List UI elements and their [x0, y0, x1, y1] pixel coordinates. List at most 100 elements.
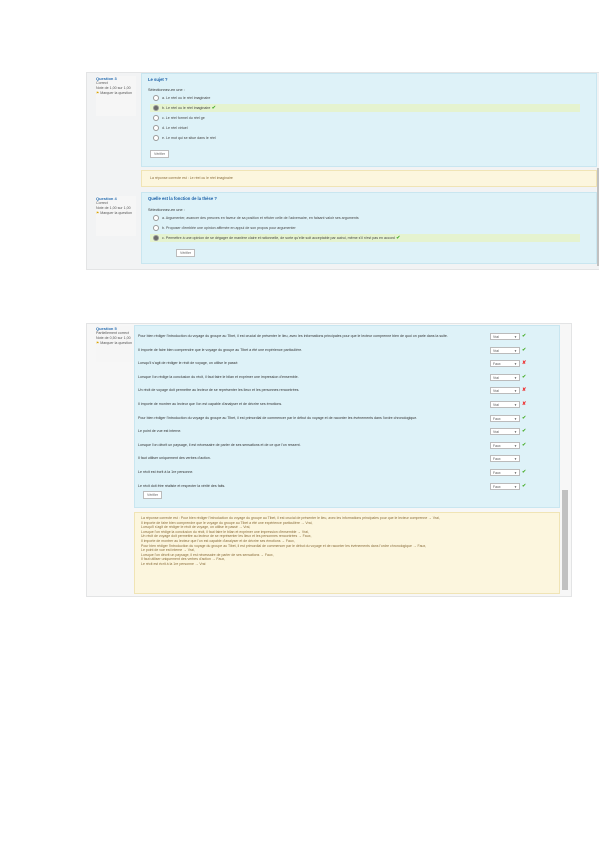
table-row: Lorsque l'on rédige la conclusion du réc…: [138, 372, 558, 383]
answer-select[interactable]: Vrai ▼: [490, 333, 520, 340]
chevron-down-icon: ▼: [514, 403, 517, 407]
answer-select[interactable]: Faux ▼: [490, 482, 520, 490]
check-icon: ✔: [522, 482, 527, 489]
statement-text: Le récit doit être réaliste et respecter…: [138, 483, 226, 488]
select-value: Faux: [493, 416, 501, 421]
check-icon: ✔: [522, 414, 527, 421]
radio-button[interactable]: [153, 105, 159, 112]
select-value: Faux: [493, 457, 501, 462]
option-label: a. Argumenter, avancer des preuves en fa…: [162, 216, 359, 220]
answer-select[interactable]: Faux ▼: [490, 441, 520, 449]
statement-text: Lorsque l'on rédige la conclusion du réc…: [138, 374, 299, 379]
chevron-down-icon: ▼: [514, 416, 517, 421]
radio-button[interactable]: [153, 215, 159, 222]
check-icon: ✔: [522, 373, 527, 380]
chevron-down-icon: ▼: [514, 362, 517, 367]
check-icon: ✔: [522, 333, 527, 339]
chevron-down-icon: ▼: [514, 348, 517, 353]
statement-text: Lorsqu'il s'agit de rédiger le récit de …: [138, 361, 239, 366]
answer-select[interactable]: Faux ▼: [490, 469, 520, 476]
check-button[interactable]: Vérifier: [150, 150, 170, 158]
radio-button[interactable]: [153, 135, 159, 142]
chevron-down-icon: ▼: [514, 389, 517, 394]
radio-button[interactable]: [153, 125, 159, 132]
answer-option[interactable]: a. Argumenter, avancer des preuves en fa…: [150, 214, 580, 222]
check-icon: ✔: [522, 441, 527, 448]
chevron-down-icon: ▼: [514, 443, 517, 448]
select-value: Vrai: [493, 375, 499, 380]
check-button[interactable]: Vérifier: [143, 491, 163, 499]
answer-select[interactable]: Faux ▼: [490, 455, 520, 463]
flag-question[interactable]: ⚑ Marquer la question: [96, 211, 136, 216]
answer-prompt: Sélectionnez-en une :: [148, 208, 185, 212]
chevron-down-icon: ▼: [514, 375, 517, 380]
option-label: e. Le mot qui se situe dans le réel: [162, 136, 216, 140]
table-row: Lorsque l'on décrit un paysage, il est n…: [138, 440, 558, 451]
question-info-3: Question 5 Partiellement correct Note de…: [96, 326, 136, 362]
question-box-1: Le sujet ? Sélectionnez-en une : a. Le r…: [141, 73, 597, 167]
radio-button[interactable]: [153, 225, 159, 232]
answer-select[interactable]: Vrai ▼: [490, 346, 520, 354]
flag-icon: ⚑: [96, 91, 100, 95]
option-label: b. Le réel ou le réel imaginaire: [162, 106, 211, 110]
statement-text: Il faut utiliser uniquement des verbes d…: [138, 456, 211, 461]
check-icon: ✔: [522, 428, 527, 435]
question-title: Quelle est la fonction de la thèse ?: [148, 196, 217, 201]
statement-text: Un récit de voyage doit permettre au lec…: [138, 388, 300, 393]
answer-select[interactable]: Faux ▼: [490, 414, 520, 422]
answer-select[interactable]: Vrai ▼: [490, 387, 520, 395]
answer-option[interactable]: a. Le réel ou le réel imaginaire: [150, 94, 580, 102]
table-row: Un récit de voyage doit permettre au lec…: [138, 385, 558, 396]
statement-text: Le point de vue est interne.: [138, 429, 182, 434]
table-row: Il importe de faire bien comprendre que …: [138, 345, 558, 356]
option-label: a. Le réel ou le réel imaginaire: [162, 96, 211, 100]
check-icon: ✔: [522, 469, 527, 475]
answer-select[interactable]: Faux ▼: [490, 360, 520, 368]
answer-select[interactable]: Vrai ▼: [490, 428, 520, 436]
chevron-down-icon: ▼: [514, 484, 517, 489]
answer-option[interactable]: c. Permettre à une opinion de se dégager…: [150, 234, 580, 242]
answer-option[interactable]: d. Le réel virtuel: [150, 124, 580, 132]
table-row: Pour bien rédiger l'introduction du voya…: [138, 331, 558, 342]
answer-select[interactable]: Vrai ▼: [490, 401, 520, 408]
answer-option[interactable]: c. Le réel formel du réel ge: [150, 114, 580, 122]
answer-option[interactable]: e. Le mot qui se situe dans le réel: [150, 134, 580, 142]
flag-icon: ⚑: [96, 341, 100, 345]
answer-option[interactable]: b. Le réel ou le réel imaginaire ✔: [150, 104, 580, 112]
flag-question[interactable]: ⚑ Marquer la question: [96, 91, 136, 96]
select-value: Vrai: [493, 403, 499, 407]
option-label: c. Permettre à une opinion de se dégager…: [162, 236, 395, 240]
select-value: Vrai: [493, 389, 499, 394]
check-button[interactable]: Vérifier: [176, 249, 196, 257]
option-label: c. Le réel formel du réel ge: [162, 116, 205, 120]
check-icon: ✔: [394, 235, 401, 241]
answer-select[interactable]: Vrai ▼: [490, 373, 520, 381]
statement-text: Pour bien rédiger l'introduction du voya…: [138, 334, 448, 338]
radio-button[interactable]: [153, 95, 159, 102]
flag-question[interactable]: ⚑ Marquer la question: [96, 341, 136, 346]
select-value: Vrai: [493, 335, 499, 339]
table-row: Pour bien rédiger l'introduction du voya…: [138, 413, 558, 424]
radio-button[interactable]: [153, 115, 159, 122]
feedback-3: La réponse correcte est : Pour bien rédi…: [134, 512, 560, 594]
option-label: b. Proposer d'emblée une opinion affirmé…: [162, 226, 296, 230]
radio-button[interactable]: [153, 235, 159, 242]
select-value: Faux: [493, 471, 501, 475]
question-info-1: Question 3 Correct Note de 1,00 sur 1,00…: [96, 76, 136, 116]
statement-text: Lorsque l'on décrit un paysage, il est n…: [138, 442, 301, 447]
feedback-1: La réponse correcte est : Le réel ou le …: [141, 170, 597, 187]
feedback-line: Le récit est écrit à la 1re personne → V…: [141, 561, 206, 566]
flag-icon: ⚑: [96, 211, 100, 215]
scrollbar-thumb[interactable]: [562, 490, 568, 590]
option-label: d. Le réel virtuel: [162, 126, 188, 130]
cross-icon: ✘: [522, 401, 527, 407]
statement-text: Il importe de faire bien comprendre que …: [138, 347, 303, 352]
answer-option[interactable]: b. Proposer d'emblée une opinion affirmé…: [150, 224, 580, 232]
table-row: Il importe de montrer au lecteur que l'o…: [138, 399, 558, 410]
table-row: Lorsqu'il s'agit de rédiger le récit de …: [138, 358, 558, 369]
cross-icon: ✘: [522, 360, 527, 367]
question-title: Le sujet ?: [148, 77, 168, 82]
select-value: Faux: [493, 484, 501, 489]
chevron-down-icon: ▼: [514, 335, 517, 339]
select-value: Vrai: [493, 348, 499, 353]
